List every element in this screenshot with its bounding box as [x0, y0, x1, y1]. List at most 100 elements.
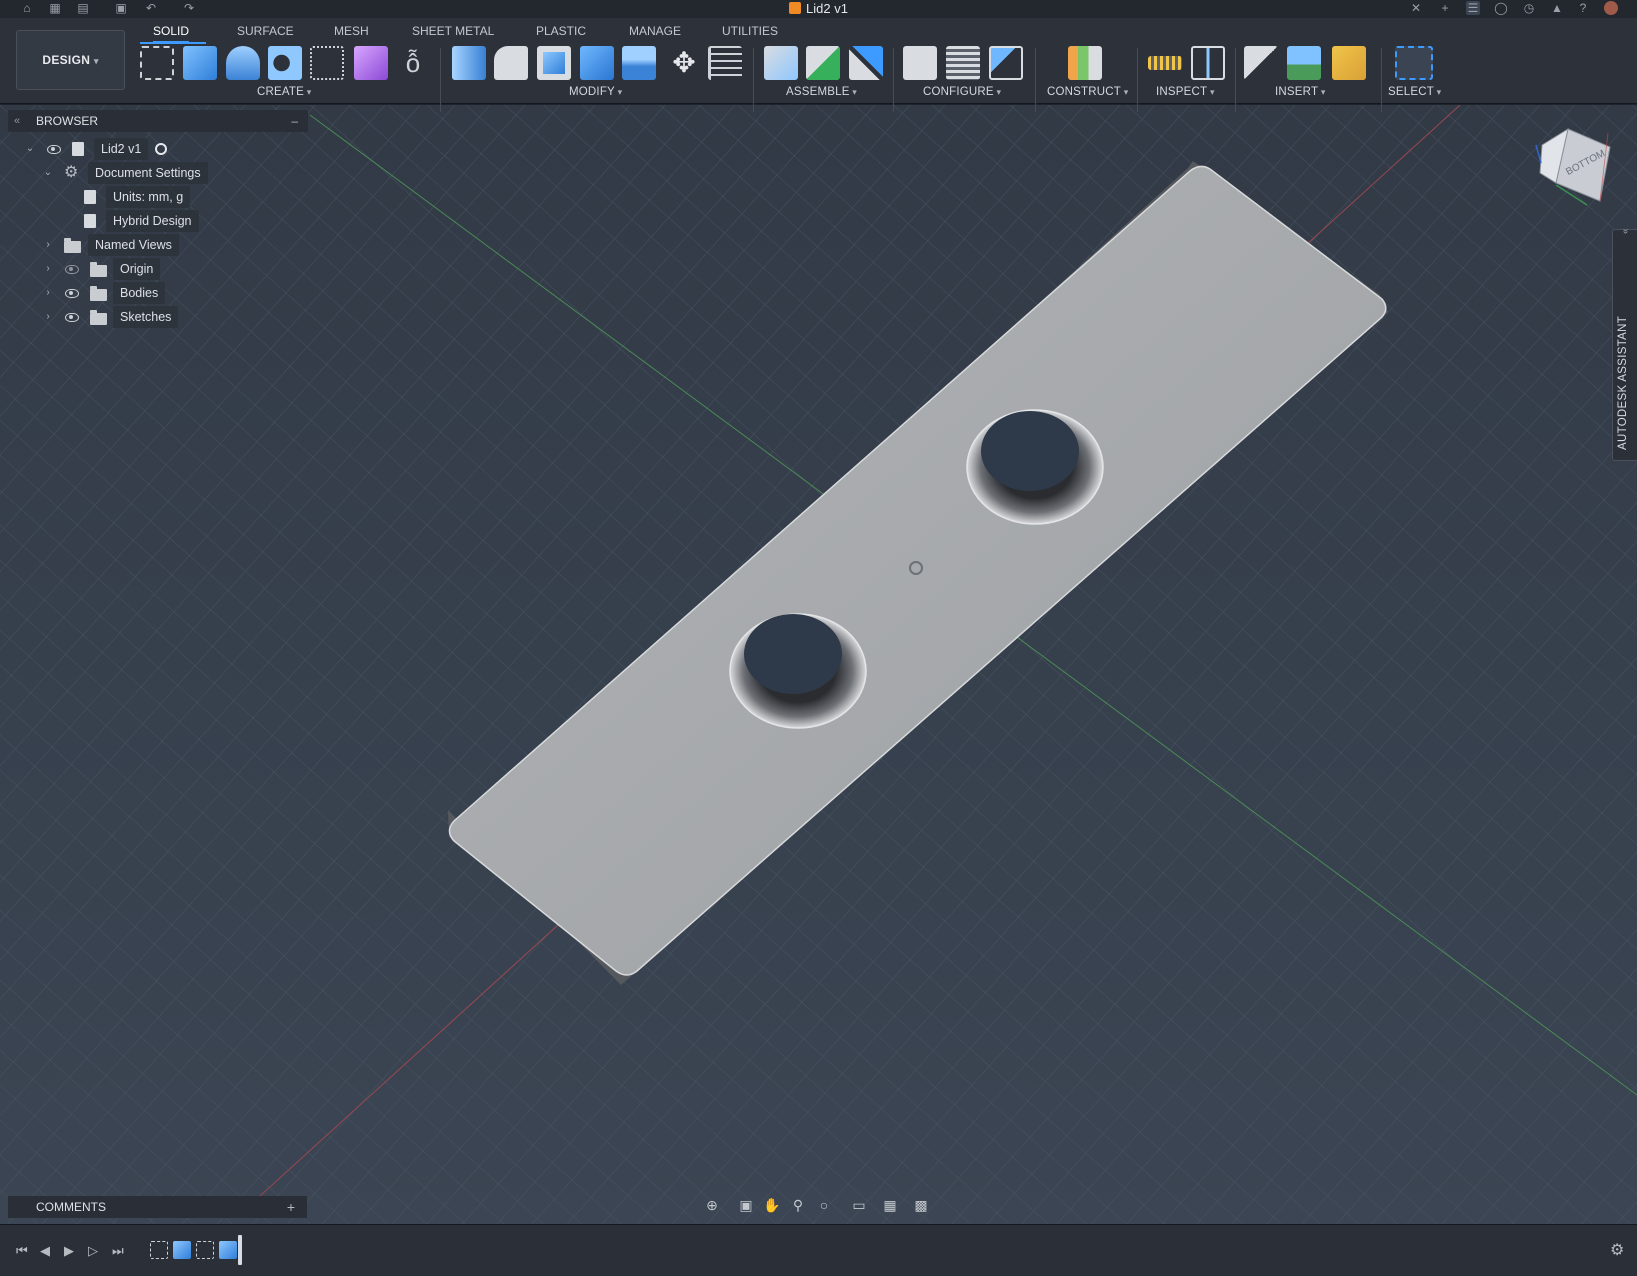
visibility-eye-icon[interactable]: [47, 145, 61, 154]
as-built-joint-icon[interactable]: [849, 46, 883, 80]
notifications-icon[interactable]: ▲: [1550, 1, 1564, 15]
folder-icon: [90, 310, 107, 325]
tab-utilities[interactable]: UTILITIES: [722, 23, 778, 43]
pan-icon[interactable]: ✋: [763, 1196, 781, 1214]
autodesk-assistant-tab[interactable]: « AUTODESK ASSISTANT: [1612, 228, 1637, 461]
chevron-right-icon[interactable]: ›: [42, 258, 54, 280]
browser-header[interactable]: « BROWSER –: [8, 110, 308, 132]
insert-derive-icon[interactable]: [1244, 46, 1278, 80]
timeline-extrude-feature[interactable]: [173, 1241, 191, 1259]
hole-icon[interactable]: [268, 46, 302, 80]
chevron-right-icon[interactable]: ›: [42, 234, 54, 256]
comments-panel[interactable]: COMMENTS +: [8, 1196, 307, 1218]
group-configure[interactable]: CONFIGURE: [923, 86, 1001, 98]
new-component-icon[interactable]: [764, 46, 798, 80]
pattern-icon[interactable]: [310, 46, 344, 80]
group-assemble[interactable]: ASSEMBLE: [786, 86, 857, 98]
orbit-icon[interactable]: ⊕: [703, 1196, 721, 1214]
joint-icon[interactable]: [806, 46, 840, 80]
select-window-icon[interactable]: [1395, 46, 1433, 80]
document-title: Lid2 v1: [0, 1, 1637, 16]
offset-plane-icon[interactable]: [1068, 46, 1102, 80]
activate-radio-icon[interactable]: [155, 143, 167, 155]
look-at-icon[interactable]: ▣: [737, 1196, 755, 1214]
chevron-right-icon[interactable]: ›: [42, 282, 54, 304]
tab-sheet-metal[interactable]: SHEET METAL: [412, 23, 494, 43]
countersink-hole-lower[interactable]: [729, 613, 867, 729]
group-construct[interactable]: CONSTRUCT: [1047, 86, 1128, 98]
chevron-down-icon[interactable]: ⌄: [24, 138, 36, 160]
timeline-sketch-feature[interactable]: [196, 1241, 214, 1259]
workspace-switcher-button[interactable]: DESIGN ▾: [16, 30, 125, 90]
group-insert[interactable]: INSERT: [1275, 86, 1326, 98]
gear-icon: ⚙: [64, 164, 79, 181]
insert-mesh-icon[interactable]: [1332, 46, 1366, 80]
tab-mesh[interactable]: MESH: [334, 23, 369, 43]
timeline-marker[interactable]: [238, 1235, 242, 1265]
timeline-step-back-icon[interactable]: ◀: [40, 1243, 50, 1259]
timeline-hole-feature[interactable]: [219, 1241, 237, 1259]
interference-icon[interactable]: [1191, 46, 1225, 80]
timeline-end-icon[interactable]: ⏭: [112, 1243, 124, 1259]
tab-plastic[interactable]: PLASTIC: [536, 23, 586, 43]
extrude-icon[interactable]: [183, 46, 217, 80]
data-panel-icon[interactable]: ☰: [1466, 1, 1480, 15]
split-body-icon[interactable]: [622, 46, 656, 80]
move-icon[interactable]: ✥: [667, 46, 701, 80]
timeline-play-icon[interactable]: ▶: [64, 1243, 74, 1259]
toolbar-separator: [753, 48, 754, 112]
hidden-eye-icon[interactable]: [65, 265, 79, 274]
timeline-step-forward-icon[interactable]: ▷: [88, 1243, 98, 1259]
form-icon[interactable]: [354, 46, 388, 80]
visibility-eye-icon[interactable]: [65, 313, 79, 322]
canvas-icon[interactable]: [1287, 46, 1321, 80]
viewports-icon[interactable]: ▩: [912, 1196, 930, 1214]
fit-icon[interactable]: ○: [815, 1196, 833, 1214]
derive-icon[interactable]: ỗ: [396, 46, 430, 80]
tab-solid[interactable]: SOLID: [153, 23, 190, 43]
collapse-panel-icon[interactable]: «: [14, 110, 20, 132]
group-modify[interactable]: MODIFY: [569, 86, 622, 98]
configuration-table-icon[interactable]: [946, 46, 980, 80]
configure-design-icon[interactable]: [903, 46, 937, 80]
user-avatar[interactable]: [1604, 1, 1618, 15]
3d-viewport[interactable]: BOTTOM: [0, 105, 1637, 1224]
help-icon[interactable]: ?: [1576, 1, 1590, 15]
active-tab-underline: [140, 42, 206, 44]
fillet-icon[interactable]: [494, 46, 528, 80]
group-create[interactable]: CREATE: [257, 86, 311, 98]
chevron-right-icon[interactable]: ›: [42, 306, 54, 328]
tab-surface[interactable]: SURFACE: [237, 23, 294, 43]
toolbar-separator: [1035, 48, 1036, 112]
create-sketch-icon[interactable]: [140, 46, 174, 80]
component-icon: [72, 142, 84, 156]
minimize-icon[interactable]: –: [291, 110, 298, 132]
new-tab-icon[interactable]: +: [1438, 1, 1452, 15]
visibility-eye-icon[interactable]: [65, 289, 79, 298]
change-parameters-icon[interactable]: [708, 46, 742, 80]
revolve-icon[interactable]: [226, 46, 260, 80]
group-select[interactable]: SELECT: [1388, 86, 1441, 98]
extensions-icon[interactable]: ◯: [1494, 1, 1508, 15]
display-settings-icon[interactable]: ▭: [850, 1196, 868, 1214]
expand-icon[interactable]: «: [1620, 228, 1631, 234]
timeline-settings-gear-icon[interactable]: ⚙: [1610, 1240, 1624, 1260]
shell-icon[interactable]: [537, 46, 571, 80]
ribbon-toolbar: DESIGN ▾ SOLID SURFACE MESH SHEET METAL …: [0, 18, 1637, 112]
viewport-canvas[interactable]: BOTTOM: [0, 105, 1637, 1224]
timeline-start-icon[interactable]: ⏮: [16, 1243, 28, 1259]
combine-icon[interactable]: [580, 46, 614, 80]
tab-manage[interactable]: MANAGE: [629, 23, 681, 43]
close-tab-icon[interactable]: ✕: [1409, 1, 1423, 15]
add-comment-icon[interactable]: +: [287, 1196, 295, 1218]
press-pull-icon[interactable]: [452, 46, 486, 80]
group-inspect[interactable]: INSPECT: [1156, 86, 1215, 98]
chevron-down-icon[interactable]: ⌄: [42, 162, 54, 184]
measure-icon[interactable]: [1148, 56, 1182, 70]
timeline-sketch-feature[interactable]: [150, 1241, 168, 1259]
countersink-hole-upper[interactable]: [966, 409, 1104, 525]
zoom-icon[interactable]: ⚲: [789, 1196, 807, 1214]
configuration-rules-icon[interactable]: [989, 46, 1023, 80]
grid-settings-icon[interactable]: ▦: [881, 1196, 899, 1214]
job-status-icon[interactable]: ◷: [1522, 1, 1536, 15]
